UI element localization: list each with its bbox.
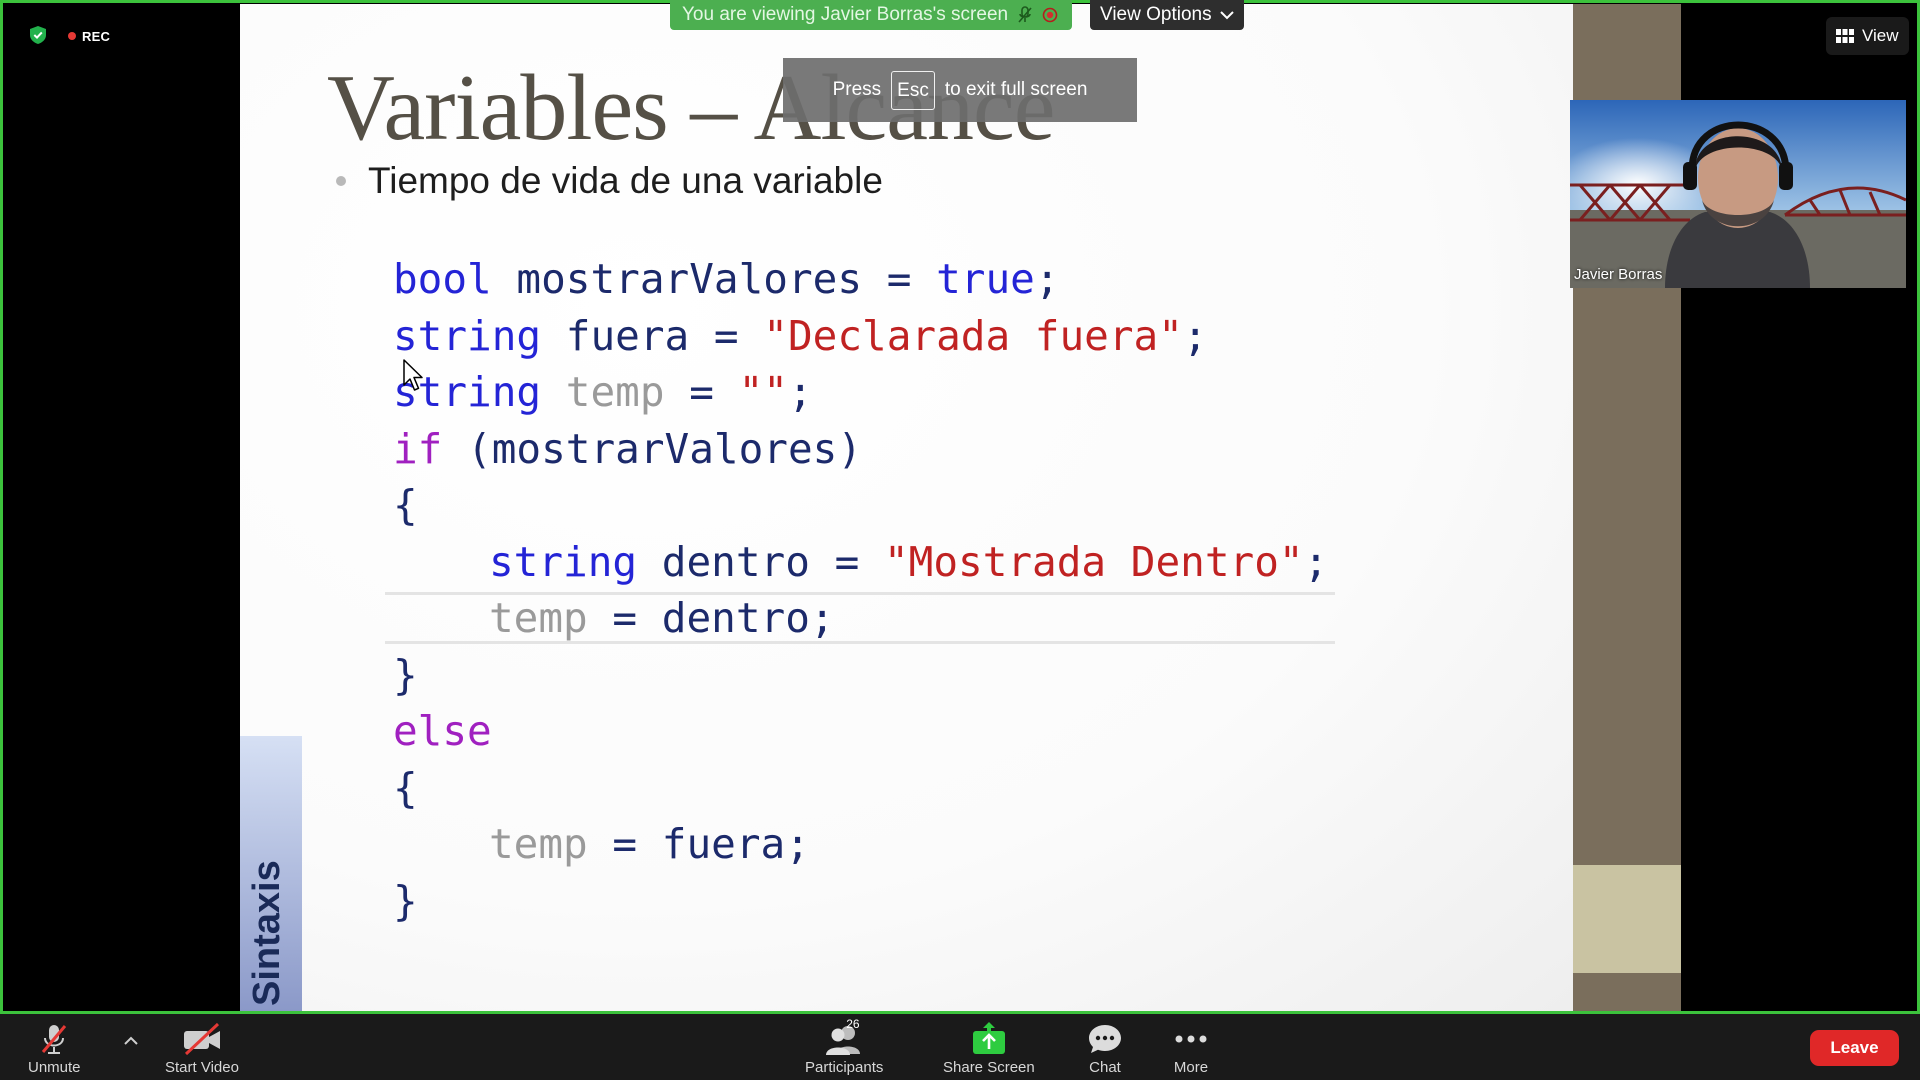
code-token: temp xyxy=(565,368,665,416)
slide-section-tab: Sintaxis xyxy=(240,736,302,1014)
start-video-label: Start Video xyxy=(165,1059,239,1076)
participants-label: Participants xyxy=(805,1059,884,1076)
code-token: else xyxy=(393,707,492,755)
code-line: bool mostrarValores = true; xyxy=(393,251,1328,308)
muted-mic-icon xyxy=(42,1025,67,1054)
code-line: temp = fuera; xyxy=(393,816,1328,873)
code-token: "Mostrada Dentro" xyxy=(883,537,1304,586)
view-options-button[interactable]: View Options xyxy=(1090,0,1244,30)
code-token: ; xyxy=(787,368,813,416)
participants-button[interactable]: 26 Participants xyxy=(805,1017,884,1076)
slide-bullet: Tiempo de vida de una variable xyxy=(368,160,883,201)
code-line: } xyxy=(393,647,1328,704)
code-token: (mostrarValores) xyxy=(442,424,863,473)
chat-button[interactable]: Chat xyxy=(1087,1020,1123,1076)
code-token: mostrarValores = xyxy=(491,255,937,303)
view-options-label: View Options xyxy=(1100,4,1212,25)
toast-exit-text: to exit full screen xyxy=(944,79,1088,100)
recording-label: REC xyxy=(82,28,111,44)
leave-button[interactable]: Leave xyxy=(1810,1030,1899,1066)
more-dots-icon xyxy=(1175,1035,1207,1043)
code-block: bool mostrarValores = true; string fuera … xyxy=(393,251,1328,929)
code-token: ; xyxy=(1034,255,1060,303)
participants-count-badge: 26 xyxy=(846,1017,860,1031)
code-token: temp xyxy=(489,820,588,868)
code-token: { xyxy=(393,763,418,812)
code-line: { xyxy=(393,477,1328,534)
code-line: string temp = ""; xyxy=(393,364,1328,421)
meeting-toolbar: Unmute Start Video 26 Participants Share… xyxy=(0,1014,1920,1080)
code-line: string fuera = "Declarada fuera"; xyxy=(393,308,1328,365)
code-token: dentro = xyxy=(637,537,884,586)
start-video-button[interactable]: Start Video xyxy=(165,1020,239,1076)
recording-indicator[interactable]: REC xyxy=(68,28,110,44)
muted-mic-icon xyxy=(1018,6,1032,23)
record-dot-icon xyxy=(68,32,76,40)
code-token: } xyxy=(393,650,418,699)
code-token: ; xyxy=(1303,537,1329,586)
view-button[interactable]: View xyxy=(1826,17,1909,55)
grid-view-icon xyxy=(1836,29,1854,43)
code-token: "" xyxy=(738,368,788,416)
unmute-button[interactable]: Unmute xyxy=(28,1020,81,1076)
code-line: string dentro = "Mostrada Dentro"; xyxy=(393,534,1328,591)
recording-status-icon xyxy=(1042,7,1058,23)
code-token: temp xyxy=(489,594,588,642)
shield-check-icon[interactable] xyxy=(30,26,46,44)
code-token: "Declarada fuera" xyxy=(763,311,1183,360)
code-line: } xyxy=(393,873,1328,930)
code-line: { xyxy=(393,760,1328,817)
chat-label: Chat xyxy=(1089,1059,1121,1076)
code-line: temp = dentro; xyxy=(393,590,1328,647)
shared-screen-slide: Variables – Alcance Tiempo de vida de un… xyxy=(240,4,1573,1014)
code-line: if (mostrarValores) xyxy=(393,421,1328,478)
chevron-down-icon xyxy=(1219,10,1234,19)
unmute-label: Unmute xyxy=(28,1059,81,1076)
bullet-icon xyxy=(336,176,346,186)
code-token: string xyxy=(393,311,542,360)
participant-name-label: Javier Borras xyxy=(1574,266,1663,283)
code-token: { xyxy=(393,481,418,529)
code-token: = dentro; xyxy=(587,594,835,642)
mouse-pointer-icon xyxy=(403,359,423,391)
code-line: else xyxy=(393,703,1328,760)
code-token: ; xyxy=(1182,311,1208,360)
share-screen-button[interactable]: Share Screen xyxy=(943,1020,1035,1076)
viewing-screen-banner: You are viewing Javier Borras's screen xyxy=(670,0,1073,30)
toast-press-text: Press xyxy=(832,79,882,100)
code-token: if xyxy=(393,424,443,473)
video-off-icon xyxy=(183,1022,220,1056)
code-token: bool xyxy=(393,255,492,303)
code-token: = xyxy=(664,368,739,416)
participant-video-feed xyxy=(1570,100,1906,288)
slide-section-label: Sintaxis xyxy=(246,860,288,1006)
code-token: = fuera; xyxy=(587,820,810,868)
esc-key-label: Esc xyxy=(891,70,935,110)
more-label: More xyxy=(1173,1059,1209,1076)
more-button[interactable]: More xyxy=(1173,1020,1209,1076)
chat-bubble-icon xyxy=(1089,1025,1121,1053)
code-token: true xyxy=(936,255,1035,303)
participant-video-tile[interactable]: Javier Borras xyxy=(1570,100,1906,288)
share-screen-icon xyxy=(972,1022,1005,1054)
view-button-label: View xyxy=(1862,26,1899,45)
share-screen-label: Share Screen xyxy=(943,1059,1035,1076)
code-token: string xyxy=(489,537,638,586)
code-token: } xyxy=(393,876,418,925)
code-token: fuera = xyxy=(541,311,764,360)
viewing-banner-text: You are viewing Javier Borras's screen xyxy=(682,4,1009,25)
audio-options-caret[interactable] xyxy=(124,1036,138,1045)
chevron-up-icon xyxy=(124,1036,138,1045)
fullscreen-hint-toast: Press Esc to exit full screen xyxy=(783,58,1137,122)
background-band-light xyxy=(1573,865,1681,973)
